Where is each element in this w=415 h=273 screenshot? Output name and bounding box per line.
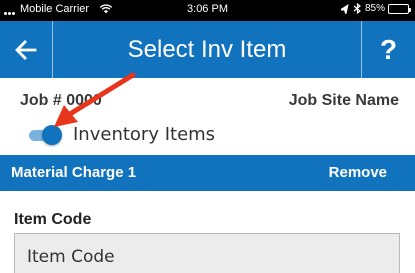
material-charge-header: Material Charge 1 Remove xyxy=(0,155,415,191)
battery-percent: 85% xyxy=(364,3,385,14)
annotation-arrow-icon xyxy=(54,72,136,127)
battery-icon xyxy=(388,3,411,14)
item-code-input[interactable] xyxy=(14,233,400,273)
location-icon xyxy=(340,3,349,14)
bluetooth-icon xyxy=(353,3,361,14)
remove-button[interactable]: Remove xyxy=(329,164,387,181)
arrow-left-icon xyxy=(15,39,37,60)
status-right: 85% xyxy=(340,3,411,14)
material-charge-title: Material Charge 1 xyxy=(11,164,137,181)
status-bar: Mobile Carrier 3:06 PM 85% xyxy=(0,0,415,21)
job-site-name: Job Site Name xyxy=(288,92,399,109)
help-button[interactable]: ? xyxy=(362,21,415,78)
item-code-label: Item Code xyxy=(14,211,92,228)
